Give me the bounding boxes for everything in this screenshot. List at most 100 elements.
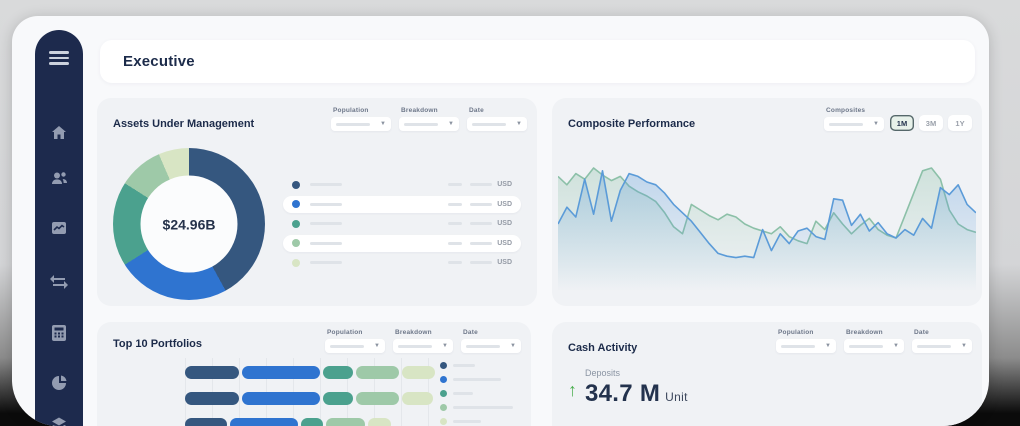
transfers-icon[interactable] <box>35 274 83 290</box>
legend-dot <box>440 418 447 425</box>
legend-row: USD <box>283 196 521 213</box>
filter-label: Date <box>467 107 527 114</box>
filter-label: Population <box>331 107 391 114</box>
bar-segment <box>402 366 435 379</box>
breakdown-select[interactable]: ▼ <box>399 117 459 131</box>
top10-filters: Population ▼ Breakdown ▼ Date ▼ <box>325 329 521 353</box>
bar-segment <box>356 392 399 405</box>
range-button-1m[interactable]: 1M <box>890 115 914 131</box>
filter-label: Date <box>461 329 521 336</box>
currency-label: USD <box>497 220 512 227</box>
chevron-down-icon: ▼ <box>873 121 879 127</box>
filter-label: Date <box>912 329 972 336</box>
legend-row: USD <box>283 215 521 232</box>
legend-entry <box>440 376 513 383</box>
legend-dot <box>292 220 300 228</box>
legend-dot <box>440 404 447 411</box>
chevron-down-icon: ▼ <box>516 121 522 127</box>
legend-row: USD <box>283 254 521 271</box>
composite-chart-svg <box>558 134 976 302</box>
menu-icon[interactable] <box>35 51 83 65</box>
composite-controls: Composites ▼ 1M 3M 1Y <box>824 107 972 131</box>
chevron-down-icon: ▼ <box>380 121 386 127</box>
legend-entry <box>440 390 513 397</box>
chevron-down-icon: ▼ <box>510 343 516 349</box>
card-title: Cash Activity <box>568 342 637 354</box>
breakdown-select[interactable]: ▼ <box>844 339 904 353</box>
bar-segment <box>368 418 390 426</box>
range-button-3m[interactable]: 3M <box>919 115 943 131</box>
deposits-label: Deposits <box>585 368 688 378</box>
clients-icon[interactable] <box>35 169 83 187</box>
top10-legend <box>440 362 513 426</box>
bar-segment <box>242 366 320 379</box>
portfolio-bar-row <box>113 418 430 426</box>
population-select[interactable]: ▼ <box>776 339 836 353</box>
currency-label: USD <box>497 259 512 266</box>
deposits-summary: ↑ Deposits 34.7 M Unit <box>568 368 688 408</box>
population-select[interactable]: ▼ <box>325 339 385 353</box>
deposits-unit: Unit <box>665 390 688 404</box>
bar-segment <box>323 366 352 379</box>
allocation-pie-icon[interactable] <box>35 374 83 392</box>
bar-segment <box>301 418 323 426</box>
card-title: Top 10 Portfolios <box>113 338 202 350</box>
page-title: Executive <box>100 53 195 70</box>
legend-dot <box>292 181 300 189</box>
population-select[interactable]: ▼ <box>331 117 391 131</box>
date-select[interactable]: ▼ <box>461 339 521 353</box>
aum-total-value: $24.96B <box>163 216 216 232</box>
currency-label: USD <box>497 201 512 208</box>
legend-entry <box>440 418 513 425</box>
portfolio-bar-row <box>113 392 430 405</box>
bar-segment <box>242 392 320 405</box>
chevron-down-icon: ▼ <box>825 343 831 349</box>
range-button-1y[interactable]: 1Y <box>948 115 972 131</box>
app-surface: Executive Assets Under Management Popula… <box>12 16 989 426</box>
holdings-layers-icon[interactable] <box>35 416 83 426</box>
legend-dot <box>292 259 300 267</box>
chevron-down-icon: ▼ <box>893 343 899 349</box>
card-cash-activity: Cash Activity Population ▼ Breakdown ▼ D… <box>552 322 982 426</box>
legend-entry <box>440 362 513 369</box>
card-composite-performance: Composite Performance Composites ▼ 1M3M1… <box>552 98 982 306</box>
filter-label: Breakdown <box>393 329 453 336</box>
top10-bar-chart <box>113 366 430 426</box>
filter-label: Breakdown <box>399 107 459 114</box>
dashboard-stage: Executive Assets Under Management Popula… <box>0 0 1020 426</box>
filter-label: Composites <box>824 107 884 114</box>
breakdown-select[interactable]: ▼ <box>393 339 453 353</box>
chevron-down-icon: ▼ <box>961 343 967 349</box>
bar-segment <box>323 392 352 405</box>
filter-label: Population <box>325 329 385 336</box>
deposits-up-arrow-icon: ↑ <box>568 380 577 401</box>
legend-dot <box>292 239 300 247</box>
filter-label: Population <box>776 329 836 336</box>
legend-row: USD <box>283 235 521 252</box>
legend-dot <box>440 390 447 397</box>
legend-row: USD <box>283 176 521 193</box>
bar-segment <box>230 418 299 426</box>
bar-segment <box>326 418 365 426</box>
composites-select[interactable]: ▼ <box>824 117 884 131</box>
aum-legend: USD USD USD USD USD <box>283 176 521 274</box>
date-select[interactable]: ▼ <box>912 339 972 353</box>
portfolio-bar-row <box>113 366 430 379</box>
legend-dot <box>440 362 447 369</box>
card-title: Assets Under Management <box>113 118 254 130</box>
bar-segment <box>402 392 434 405</box>
range-button-group: 1M 3M 1Y <box>890 115 972 131</box>
legend-entry <box>440 404 513 411</box>
cash-filters: Population ▼ Breakdown ▼ Date ▼ <box>776 329 972 353</box>
sidebar <box>35 30 83 426</box>
home-icon[interactable] <box>35 124 83 142</box>
legend-dot <box>440 376 447 383</box>
date-select[interactable]: ▼ <box>467 117 527 131</box>
bar-segment <box>185 392 239 405</box>
bar-segment <box>356 366 399 379</box>
donut-hole: $24.96B <box>141 176 238 273</box>
filter-label: Breakdown <box>844 329 904 336</box>
portfolio-chart-icon[interactable] <box>35 219 83 237</box>
calculator-icon[interactable] <box>35 324 83 342</box>
card-top-10-portfolios: Top 10 Portfolios Population ▼ Breakdown… <box>97 322 531 426</box>
